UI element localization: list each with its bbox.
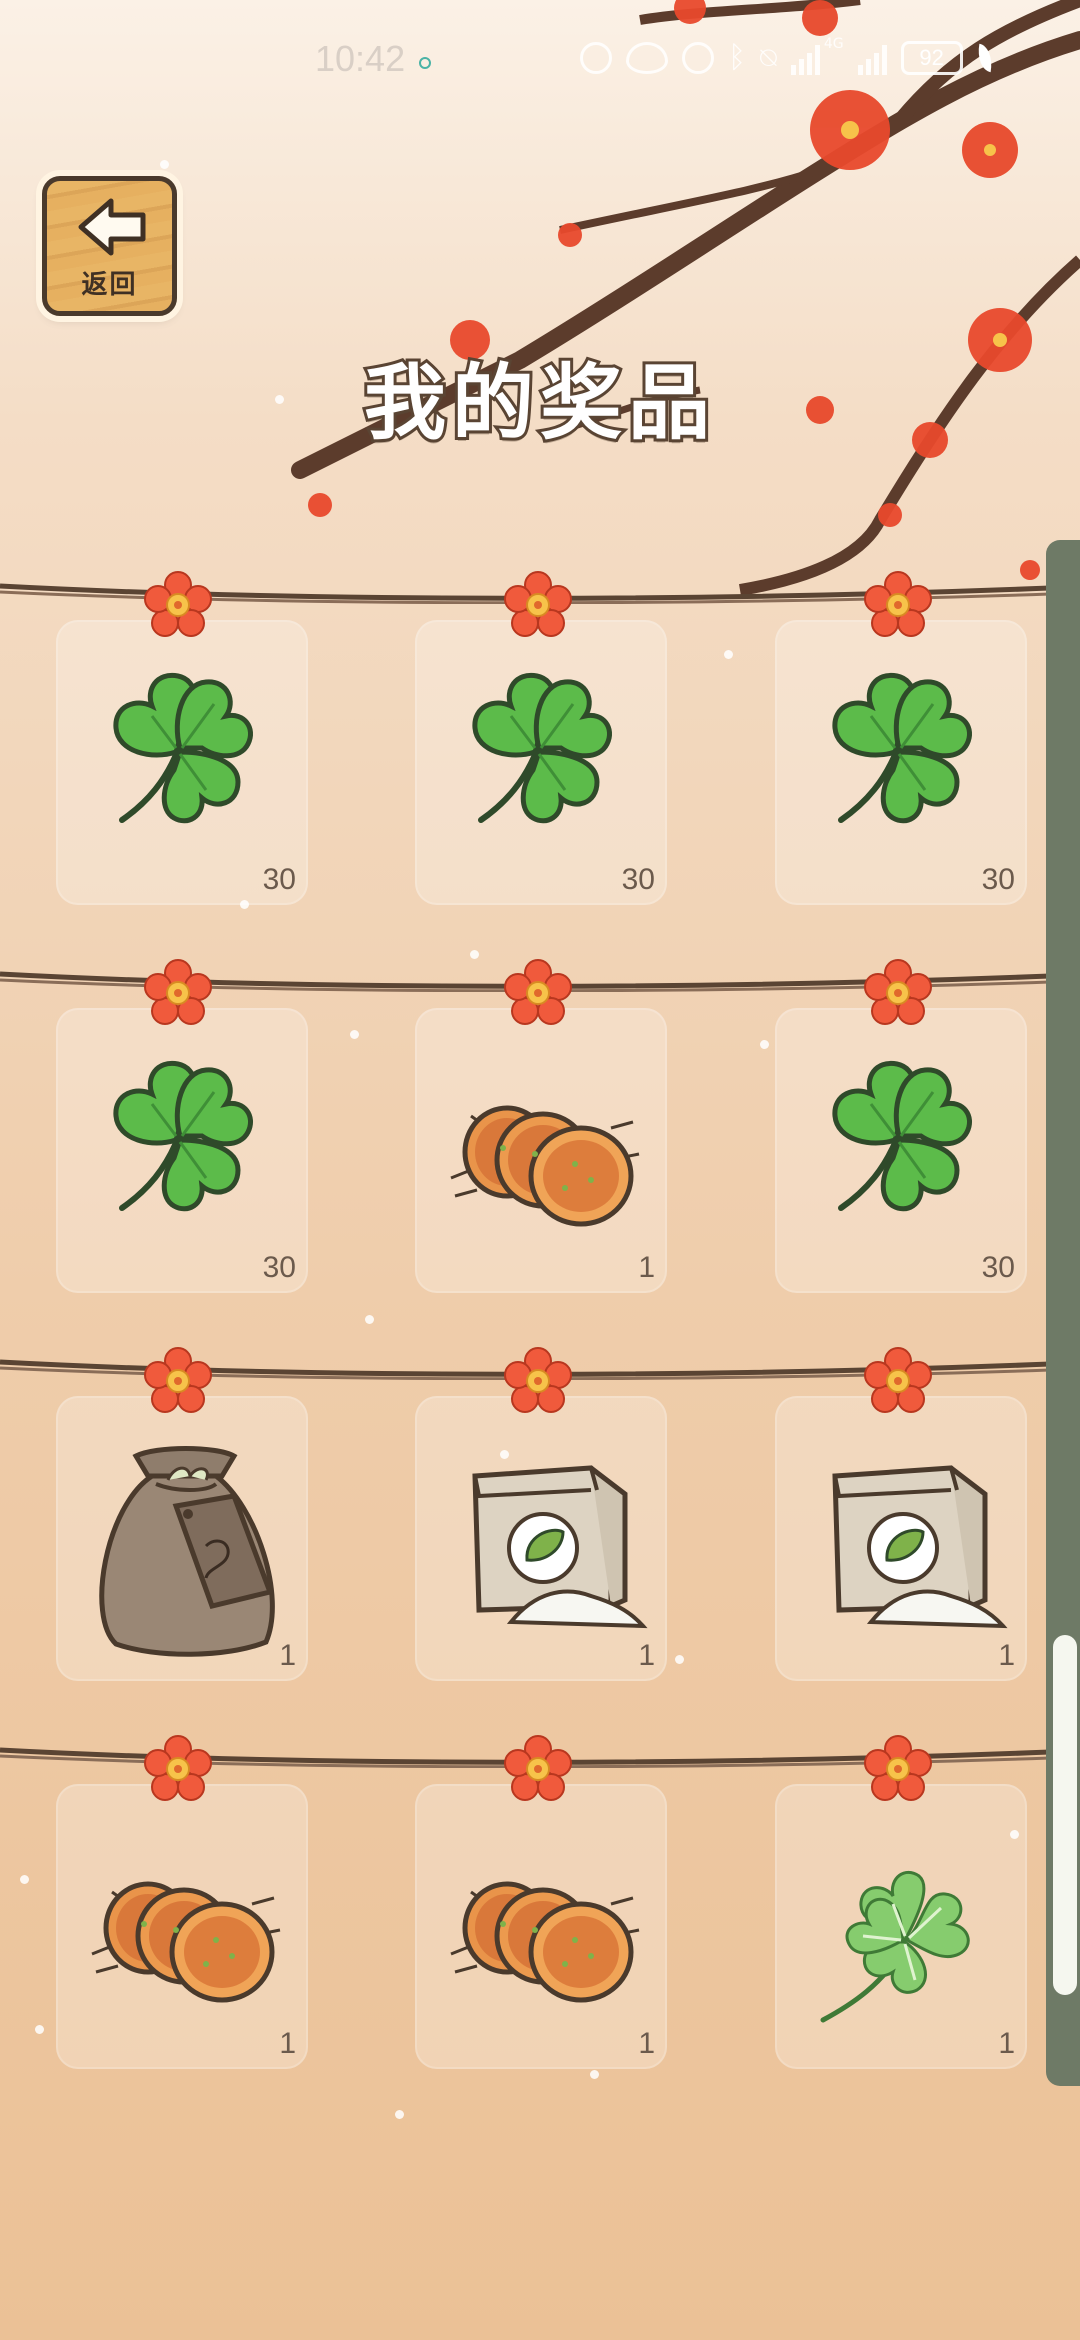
status-icons: ᛒ ⍉ 4G 92	[580, 36, 995, 80]
snow-dot	[760, 1040, 769, 1049]
status-bar: 10:42 ᛒ ⍉ 4G 92	[0, 0, 1080, 120]
blossom-clip-icon	[863, 1734, 933, 1804]
snow-dot	[365, 1315, 374, 1324]
prize-count: 1	[998, 2027, 1015, 2060]
pancakes-icon	[415, 1784, 667, 2069]
blossom-clip-icon	[143, 1346, 213, 1416]
prize-card[interactable]: 1	[415, 1008, 667, 1293]
mute-bell-icon: ⍉	[760, 41, 777, 74]
snow-dot	[675, 1655, 684, 1664]
prize-card[interactable]: 30	[56, 1008, 308, 1293]
status-time: 10:42	[315, 38, 406, 79]
blossom-clip-icon	[503, 570, 573, 640]
four-leaf-clover-icon	[775, 1784, 1027, 2069]
prize-count: 1	[638, 1639, 655, 1672]
prize-card[interactable]: 30	[775, 620, 1027, 905]
blossom-clip-icon	[863, 958, 933, 1028]
blossom-clip-icon	[503, 1734, 573, 1804]
back-arrow-icon	[78, 198, 146, 256]
signal-icon	[857, 41, 887, 75]
scrollbar-thumb[interactable]	[1053, 1635, 1077, 1995]
prize-card[interactable]: 30	[775, 1008, 1027, 1293]
prize-card[interactable]: 1	[56, 1784, 308, 2069]
bluetooth-icon: ᛒ	[728, 40, 746, 75]
leaf-icon	[974, 43, 995, 73]
page-title: 我的奖品	[361, 353, 716, 454]
prize-count: 30	[262, 863, 296, 896]
signal-icon	[790, 41, 820, 75]
blossom-clip-icon	[863, 1346, 933, 1416]
back-button[interactable]: 返回	[42, 176, 177, 316]
snow-dot	[724, 650, 733, 659]
snow-dot	[350, 1030, 359, 1039]
notification-dot-icon	[419, 57, 431, 69]
blossom-clip-icon	[143, 958, 213, 1028]
prize-count: 1	[638, 1251, 655, 1284]
prize-card[interactable]: 30	[415, 620, 667, 905]
prize-card[interactable]: 30	[56, 620, 308, 905]
blossom-clip-icon	[143, 1734, 213, 1804]
hd-icon	[580, 42, 612, 74]
prize-count: 30	[621, 863, 655, 896]
prize-count: 1	[279, 2027, 296, 2060]
prize-card[interactable]: 1	[775, 1396, 1027, 1681]
snow-dot	[35, 2025, 44, 2034]
blossom-clip-icon	[143, 570, 213, 640]
snow-dot	[1010, 1830, 1019, 1839]
snow-dot	[470, 950, 479, 959]
prize-count: 1	[638, 2027, 655, 2060]
battery-icon: 92	[900, 41, 963, 75]
prize-card[interactable]: 1	[775, 1784, 1027, 2069]
alarm-icon	[682, 42, 714, 74]
blossom-clip-icon	[863, 570, 933, 640]
blossom-clip-icon	[503, 1346, 573, 1416]
pancakes-icon	[56, 1784, 308, 2069]
flour-bag-icon	[415, 1396, 667, 1681]
snow-dot	[395, 2110, 404, 2119]
prize-count: 30	[981, 1251, 1015, 1284]
prize-count: 1	[998, 1639, 1015, 1672]
prize-card[interactable]: 1	[56, 1396, 308, 1681]
prize-card[interactable]: 1	[415, 1396, 667, 1681]
prize-count: 1	[279, 1639, 296, 1672]
prize-card[interactable]: 1	[415, 1784, 667, 2069]
blossom-clip-icon	[503, 958, 573, 1028]
snow-dot	[500, 1450, 509, 1459]
prize-count: 30	[262, 1251, 296, 1284]
snow-dot	[20, 1875, 29, 1884]
back-button-label: 返回	[81, 270, 138, 300]
snow-dot	[160, 160, 169, 169]
snow-dot	[275, 395, 284, 404]
flour-bag-icon	[775, 1396, 1027, 1681]
snow-dot	[590, 2070, 599, 2079]
eye-icon	[626, 42, 668, 74]
seed-bag-icon	[56, 1396, 308, 1681]
snow-dot	[240, 900, 249, 909]
prize-count: 30	[981, 863, 1015, 896]
pancakes-icon	[415, 1008, 667, 1293]
network-type-label: 4G	[823, 36, 844, 52]
